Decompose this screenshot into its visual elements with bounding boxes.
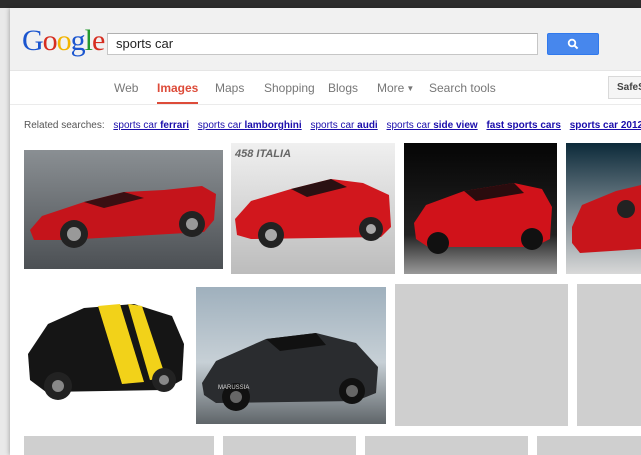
tab-search-tools[interactable]: Search tools — [429, 81, 496, 95]
red-sports-car-image — [404, 143, 557, 274]
svg-text:MARUSSIA: MARUSSIA — [218, 385, 249, 391]
google-logo[interactable]: Google — [22, 24, 105, 57]
tab-more-label: More — [377, 81, 405, 95]
image-result-1[interactable] — [24, 150, 223, 269]
logo-letter: o — [42, 24, 58, 57]
tab-images[interactable]: Images — [157, 81, 199, 104]
search-icon — [567, 38, 579, 50]
tab-web[interactable]: Web — [114, 81, 138, 95]
related-link-2012[interactable]: sports car 2012 — [570, 120, 641, 131]
related-link-audi[interactable]: sports car audi — [310, 120, 377, 131]
search-button[interactable] — [547, 33, 599, 55]
image-result-4[interactable] — [566, 143, 641, 274]
image-result-6[interactable]: MARUSSIA — [196, 287, 386, 424]
search-input[interactable]: sports car — [107, 33, 538, 55]
search-tabs: Web Images Maps Shopping Blogs More ▼ Sea… — [10, 71, 641, 105]
logo-letter: g — [70, 24, 86, 57]
black-marussia-image: MARUSSIA — [196, 287, 386, 424]
related-link-ferrari[interactable]: sports car ferrari — [113, 120, 189, 131]
safe-search-button[interactable]: SafeS — [608, 76, 641, 99]
logo-letter: G — [22, 24, 44, 57]
image-result-placeholder[interactable] — [223, 436, 356, 455]
red-ferrari-partial-image — [566, 143, 641, 274]
chevron-down-icon: ▼ — [406, 84, 415, 93]
search-page: Google sports car Web Images Maps Shoppi… — [10, 8, 641, 455]
related-link-fast-sports-cars[interactable]: fast sports cars — [486, 120, 560, 131]
related-searches: Related searches: sports car ferrari spo… — [24, 120, 641, 131]
logo-letter: e — [92, 24, 105, 57]
red-concept-car-image — [24, 150, 223, 269]
tab-more[interactable]: More ▼ — [377, 81, 414, 96]
black-yellow-roadster-image — [24, 284, 187, 426]
image-result-5[interactable] — [24, 284, 187, 426]
image-result-3[interactable] — [404, 143, 557, 274]
browser-top-strip — [0, 0, 641, 8]
related-link-side-view[interactable]: sports car side view — [387, 120, 478, 131]
image-result-placeholder[interactable] — [365, 436, 528, 455]
logo-letter: l — [84, 24, 93, 57]
image-result-2[interactable]: 458 ITALIA — [231, 143, 395, 274]
image-result-placeholder[interactable] — [24, 436, 214, 455]
ferrari-badge-text: 458 ITALIA — [234, 148, 291, 160]
related-searches-label: Related searches: — [24, 120, 105, 131]
ferrari-458-image: 458 ITALIA — [231, 143, 395, 274]
search-header: Google sports car — [10, 8, 641, 71]
logo-letter: o — [56, 24, 72, 57]
search-query: sports car — [116, 36, 174, 51]
image-result-placeholder[interactable] — [537, 436, 641, 455]
tab-blogs[interactable]: Blogs — [328, 81, 358, 95]
image-result-placeholder[interactable] — [395, 284, 568, 426]
tab-shopping[interactable]: Shopping — [264, 81, 315, 95]
tab-maps[interactable]: Maps — [215, 81, 244, 95]
image-result-placeholder[interactable] — [577, 284, 641, 426]
related-link-lamborghini[interactable]: sports car lamborghini — [198, 120, 302, 131]
